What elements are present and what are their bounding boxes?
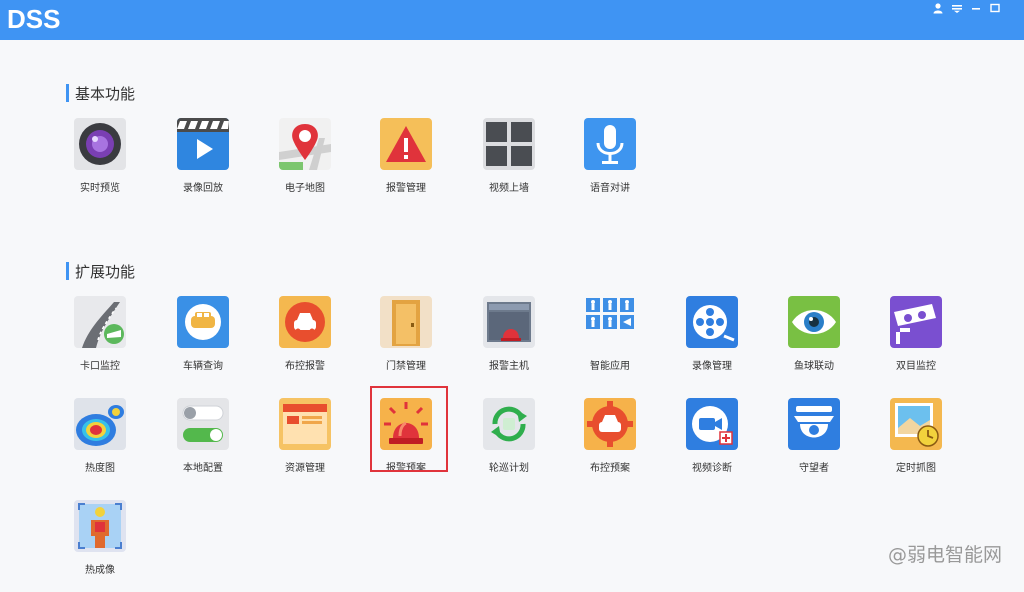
tile-live-preview[interactable]: 实时预览 (57, 118, 141, 198)
tile-label: 报警主机 (489, 361, 529, 372)
tile-label: 报警管理 (386, 183, 426, 194)
toggle-switches-icon (177, 398, 229, 450)
tile-checkpoint-monitor[interactable]: 卡口监控 (57, 296, 141, 376)
tile-label: 视频上墙 (489, 183, 529, 194)
tile-video-playback[interactable]: 录像回放 (160, 118, 244, 198)
car-alarm-icon (279, 296, 331, 348)
tile-label: 实时预览 (80, 183, 120, 194)
tile-label: 录像回放 (183, 183, 223, 194)
cycle-refresh-icon (483, 398, 535, 450)
tile-label: 热度图 (85, 463, 115, 474)
tile-heat-map[interactable]: 热度图 (57, 398, 141, 478)
watermark: @弱电智能网 (887, 544, 1002, 566)
smart-app-icon (584, 296, 636, 348)
section-accent-bar (66, 84, 69, 102)
menu-icon[interactable] (951, 2, 963, 14)
tile-patrol-plan[interactable]: 轮巡计划 (466, 398, 550, 478)
tile-label: 定时抓图 (896, 463, 936, 474)
tile-voice-intercom[interactable]: 语音对讲 (567, 118, 651, 198)
tile-resource-management[interactable]: 资源管理 (262, 398, 346, 478)
user-icon[interactable] (932, 2, 944, 14)
tile-label: 鱼球联动 (794, 361, 834, 372)
tile-timed-capture[interactable]: 定时抓图 (873, 398, 957, 478)
minimize-icon[interactable] (970, 2, 982, 14)
tile-label: 布控预案 (590, 463, 630, 474)
video-wall-icon (483, 118, 535, 170)
maximize-icon[interactable] (989, 2, 1001, 14)
tile-label: 热成像 (85, 565, 115, 576)
tile-thermal-imaging[interactable]: 热成像 (57, 500, 141, 580)
tile-smart-application[interactable]: 智能应用 (567, 296, 651, 376)
tile-video-diagnosis[interactable]: 视频诊断 (669, 398, 753, 478)
eye-icon (788, 296, 840, 348)
tile-label: 布控报警 (285, 361, 325, 372)
tile-video-wall[interactable]: 视频上墙 (466, 118, 550, 198)
map-pin-icon (279, 118, 331, 170)
tile-label: 智能应用 (590, 361, 630, 372)
section-title: 扩展功能 (75, 262, 136, 281)
tile-label: 轮巡计划 (489, 463, 529, 474)
tile-alarm-management[interactable]: 报警管理 (363, 118, 447, 198)
tile-label: 语音对讲 (590, 183, 630, 194)
tile-label: 双目监控 (896, 361, 936, 372)
tile-label: 电子地图 (285, 183, 325, 194)
warning-triangle-icon (380, 118, 432, 170)
title-bar: DSS (0, 0, 1024, 40)
heatmap-icon (74, 398, 126, 450)
tile-watcher[interactable]: 守望者 (771, 398, 855, 478)
video-diagnosis-icon (686, 398, 738, 450)
section-extended-functions: 扩展功能 (66, 261, 135, 281)
app-logo: DSS (7, 4, 61, 34)
tile-vehicle-query[interactable]: 车辆查询 (160, 296, 244, 376)
thermal-body-icon (74, 500, 126, 552)
camera-lens-icon (74, 118, 126, 170)
road-checkpoint-icon (74, 296, 126, 348)
tile-label: 视频诊断 (692, 463, 732, 474)
tile-label: 资源管理 (285, 463, 325, 474)
tile-label: 本地配置 (183, 463, 223, 474)
binocular-camera-icon (890, 296, 942, 348)
door-icon (380, 296, 432, 348)
tile-fisheye-ptz-linkage[interactable]: 鱼球联动 (771, 296, 855, 376)
tile-local-config[interactable]: 本地配置 (160, 398, 244, 478)
section-basic-functions: 基本功能 (66, 83, 135, 103)
tile-surveillance-alarm[interactable]: 布控报警 (262, 296, 346, 376)
alarm-host-icon (483, 296, 535, 348)
film-reel-icon (686, 296, 738, 348)
tile-alarm-host[interactable]: 报警主机 (466, 296, 550, 376)
gear-car-icon (584, 398, 636, 450)
tile-access-control[interactable]: 门禁管理 (363, 296, 447, 376)
tile-binocular-monitor[interactable]: 双目监控 (873, 296, 957, 376)
resource-folder-icon (279, 398, 331, 450)
ptz-dome-icon (788, 398, 840, 450)
section-accent-bar (66, 262, 69, 280)
tile-e-map[interactable]: 电子地图 (262, 118, 346, 198)
tile-label: 守望者 (799, 463, 829, 474)
tile-recording-management[interactable]: 录像管理 (669, 296, 753, 376)
microphone-icon (584, 118, 636, 170)
tile-label: 卡口监控 (80, 361, 120, 372)
tile-label: 车辆查询 (183, 361, 223, 372)
tile-label: 录像管理 (692, 361, 732, 372)
selection-highlight (370, 386, 448, 472)
section-title: 基本功能 (75, 84, 136, 103)
tile-surveillance-plan[interactable]: 布控预案 (567, 398, 651, 478)
timed-capture-icon (890, 398, 942, 450)
vehicle-search-icon (177, 296, 229, 348)
tile-label: 门禁管理 (386, 361, 426, 372)
video-playback-icon (177, 118, 229, 170)
